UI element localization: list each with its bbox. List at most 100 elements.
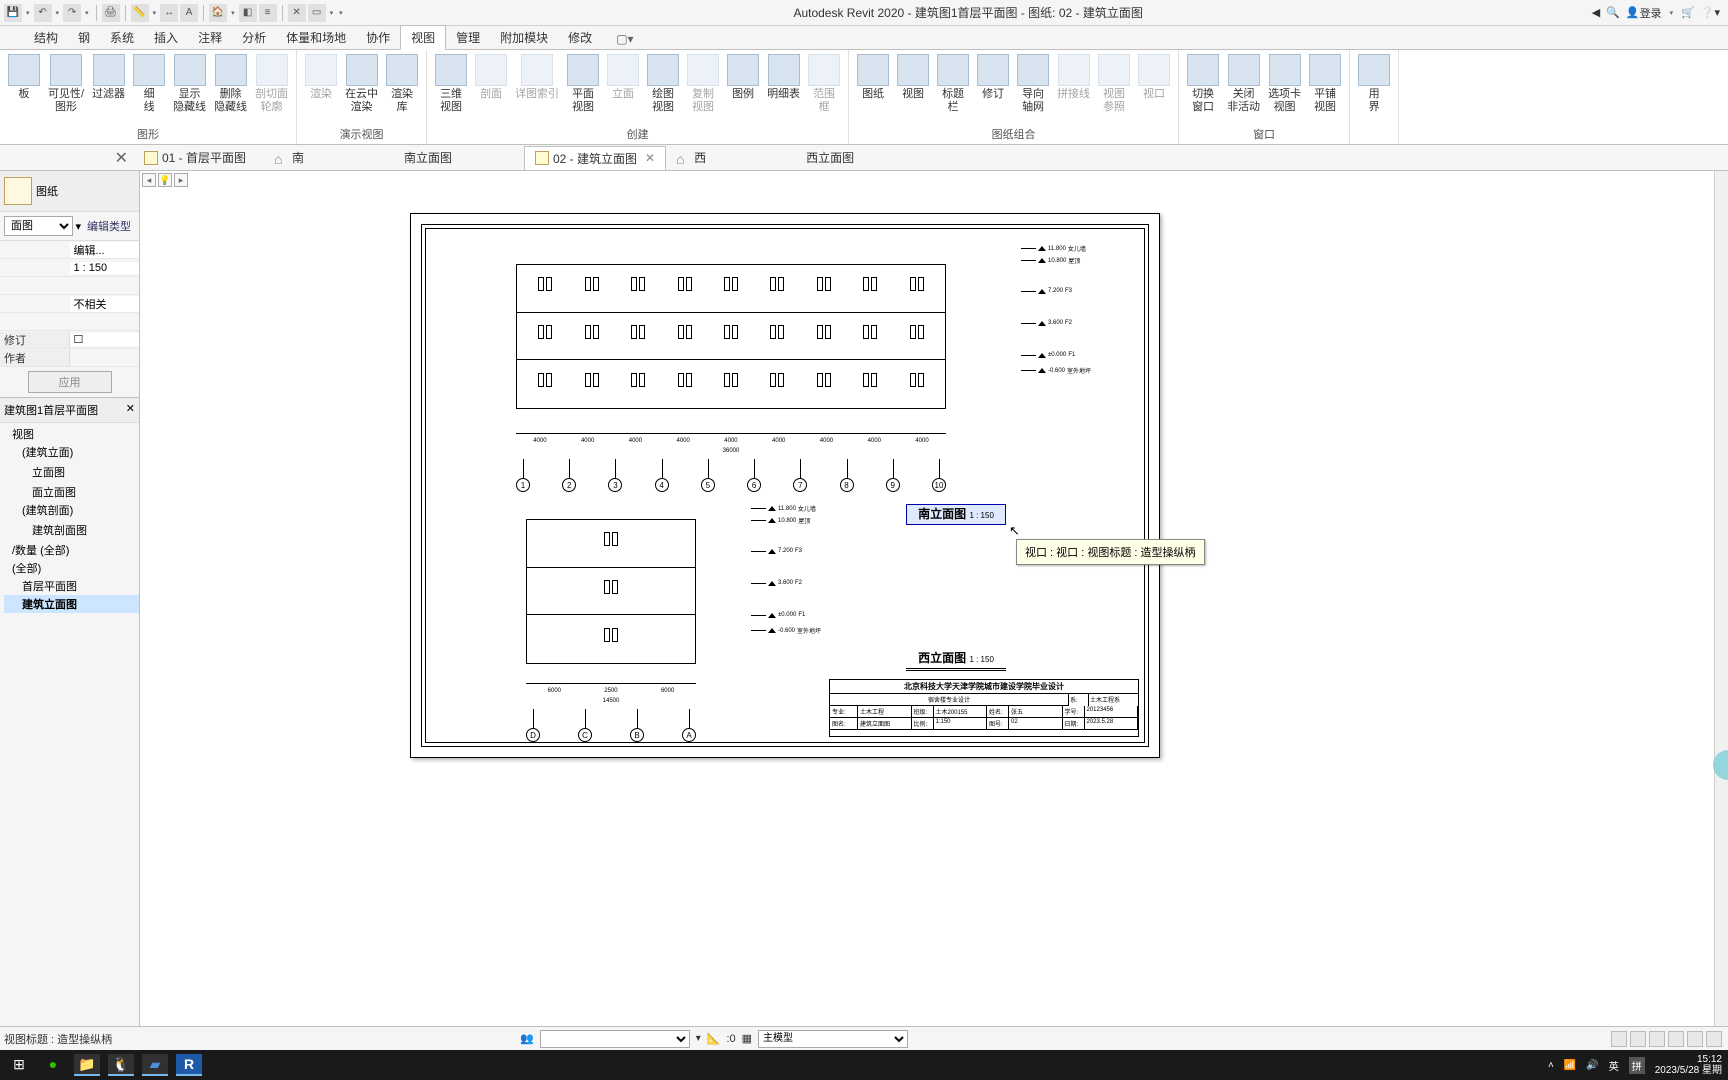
filter2-icon[interactable] (1706, 1031, 1722, 1047)
scale-icon[interactable]: 📐 (707, 1032, 721, 1045)
wifi-icon[interactable]: 📶 (1564, 1060, 1576, 1071)
tree-item[interactable]: (建筑剖面) (4, 501, 139, 519)
tab-arch[interactable] (4, 43, 24, 49)
face-icon[interactable] (1668, 1031, 1684, 1047)
measure-icon[interactable]: 📏 (131, 4, 149, 22)
status-icon[interactable]: 👥 (520, 1032, 534, 1045)
west-view-title[interactable]: 西立面图 1 : 150 (886, 649, 1026, 671)
search-icon[interactable]: 🔍 (1606, 6, 1620, 19)
property-row[interactable]: 1 : 150 (0, 259, 139, 277)
show-hidden-button[interactable]: 显示 隐藏线 (169, 52, 210, 124)
doc-tab-1[interactable]: 01 - 首层平面图 (134, 146, 264, 169)
guide-grid-button[interactable]: 导向 轴网 (1013, 52, 1053, 124)
titleblock-button[interactable]: 标题 栏 (933, 52, 973, 124)
app-icon[interactable]: ▰ (142, 1054, 168, 1076)
model-icon[interactable]: ▦ (742, 1032, 752, 1045)
tray-arrow-icon[interactable]: ˄ (1548, 1060, 1554, 1071)
tab-views-button[interactable]: 选项卡 视图 (1264, 52, 1305, 124)
cloud-render-button[interactable]: 在云中 渲染 (341, 52, 382, 124)
ui-button[interactable]: 用 界 (1354, 52, 1394, 140)
sheet-button[interactable]: 图纸 (853, 52, 893, 124)
redo-icon[interactable]: ↷ (63, 4, 81, 22)
schedule-button[interactable]: 明细表 (763, 52, 804, 124)
tree-item[interactable]: 立面图 (4, 463, 139, 481)
property-row[interactable]: 作者 (0, 349, 139, 367)
doc-tab-6[interactable]: 西立面图 (796, 146, 926, 169)
tab-steel[interactable]: 钢 (68, 26, 100, 49)
property-row[interactable]: 修订☐ (0, 331, 139, 349)
tree-item[interactable]: (全部) (4, 559, 139, 577)
tab-addins[interactable]: 附加模块 (490, 26, 558, 49)
doc-tab-5[interactable]: 西 (666, 146, 796, 169)
help-icon[interactable]: ❔▾ (1701, 6, 1720, 19)
explorer-icon[interactable]: 📁 (74, 1054, 100, 1076)
wechat-icon[interactable]: ● (40, 1054, 66, 1076)
property-row[interactable]: 编辑... (0, 241, 139, 259)
type-selector[interactable]: 面图 (4, 216, 73, 236)
3d-icon[interactable]: 🏠 (209, 4, 227, 22)
thin-lines-button[interactable]: 细 线 (129, 52, 169, 124)
visibility-button[interactable]: 可见性/ 图形 (44, 52, 88, 124)
vertical-scrollbar[interactable] (1714, 171, 1728, 1036)
tab-insert[interactable]: 插入 (144, 26, 188, 49)
model-dropdown[interactable]: 主模型 (758, 1030, 908, 1048)
tab-systems[interactable]: 系统 (100, 26, 144, 49)
apply-button[interactable]: 应用 (28, 371, 112, 393)
tab-view[interactable]: 视图 (400, 25, 446, 50)
revit-icon[interactable]: R (176, 1054, 202, 1076)
switch-window-icon[interactable]: ▭ (308, 4, 326, 22)
remove-hidden-button[interactable]: 删除 隐藏线 (210, 52, 251, 124)
save-icon[interactable]: 💾 (4, 4, 22, 22)
undo-icon[interactable]: ↶ (34, 4, 52, 22)
dimension-icon[interactable]: ↔ (160, 4, 178, 22)
switch-windows-button[interactable]: 切换 窗口 (1183, 52, 1223, 124)
property-row[interactable] (0, 277, 139, 295)
tab-collab[interactable]: 协作 (356, 26, 400, 49)
panel-close-icon[interactable]: ✕ (115, 148, 128, 168)
project-browser-tree[interactable]: 视图(建筑立面)立面图面立面图(建筑剖面)建筑剖面图/数量 (全部)(全部)首层… (0, 423, 139, 615)
view-button[interactable]: 视图 (893, 52, 933, 124)
tile-views-button[interactable]: 平铺 视图 (1305, 52, 1345, 124)
filter-icon[interactable] (1630, 1031, 1646, 1047)
text-icon[interactable]: A (180, 4, 198, 22)
select-icon[interactable] (1611, 1031, 1627, 1047)
tab-analyze[interactable]: 分析 (232, 26, 276, 49)
3dview-button[interactable]: 三维 视图 (431, 52, 471, 124)
print-icon[interactable]: 🖨 (102, 4, 120, 22)
close-inactive-icon[interactable]: ✕ (288, 4, 306, 22)
drag-icon[interactable] (1649, 1031, 1665, 1047)
qat-customize-icon[interactable]: ▾ (337, 9, 345, 17)
drafting-view-button[interactable]: 绘图 视图 (643, 52, 683, 124)
tree-item[interactable]: /数量 (全部) (4, 541, 139, 559)
tab-manage[interactable]: 管理 (446, 26, 490, 49)
doc-tab-4[interactable]: 02 - 建筑立面图✕ (524, 146, 666, 170)
nav-bulb-icon[interactable]: 💡 (158, 173, 172, 187)
doc-tab-2[interactable]: 南 (264, 146, 394, 169)
play-icon[interactable]: ▢▾ (610, 29, 639, 49)
tab-mass[interactable]: 体量和场地 (276, 26, 356, 49)
edit-type-button[interactable]: 编辑类型 (83, 216, 135, 236)
nav-left-icon[interactable]: ◂ (142, 173, 156, 187)
tab-annotate[interactable]: 注释 (188, 26, 232, 49)
plan-view-button[interactable]: 平面 视图 (563, 52, 603, 124)
qq-icon[interactable]: 🐧 (108, 1054, 134, 1076)
nav-left-icon[interactable]: ◀ (1592, 6, 1600, 19)
status-dropdown-1[interactable] (540, 1030, 690, 1048)
ime-mode[interactable]: 拼 (1629, 1057, 1645, 1074)
pin-icon[interactable] (1687, 1031, 1703, 1047)
doc-tab-3[interactable]: 南立面图 (394, 146, 524, 169)
tree-item[interactable]: (建筑立面) (4, 443, 139, 461)
tab-modify[interactable]: 修改 (558, 26, 602, 49)
property-row[interactable]: 不相关 (0, 295, 139, 313)
browser-close-icon[interactable]: ✕ (126, 402, 135, 418)
sheet[interactable]: 400040004000400040004000400040004000 360… (410, 213, 1160, 758)
cart-icon[interactable]: 🛒 (1681, 6, 1695, 19)
close-tab-icon[interactable]: ✕ (645, 151, 655, 165)
legend-button[interactable]: 图例 (723, 52, 763, 124)
tab-struct[interactable]: 结构 (24, 26, 68, 49)
south-view-title[interactable]: 南立面图 1 : 150 (886, 504, 1026, 525)
title-block[interactable]: 北京科技大学天津学院城市建设学院毕业设计 宿舍楼专业设计 系: 土木工程系 专业… (829, 679, 1139, 737)
tree-item[interactable]: 建筑立面图 (4, 595, 139, 613)
volume-icon[interactable]: 🔊 (1586, 1060, 1598, 1071)
section-icon[interactable]: ◧ (239, 4, 257, 22)
